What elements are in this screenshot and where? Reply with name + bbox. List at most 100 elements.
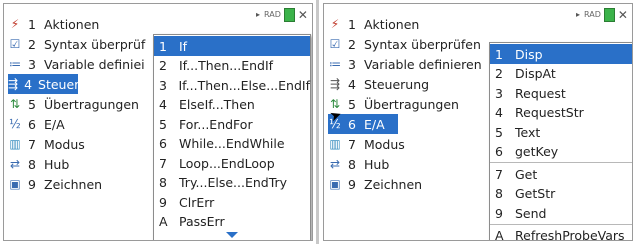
menu-item-label: Modus <box>44 136 85 152</box>
submenu-item-6[interactable]: 6 getKey <box>490 142 632 162</box>
submenu-item-4[interactable]: 4 ElseIf...Then <box>154 95 310 115</box>
submenu-item-key: 4 <box>159 97 167 112</box>
menu-item-7[interactable]: ▥ 7 Modus <box>328 134 404 154</box>
submenu-item-5[interactable]: 5 Text <box>490 122 632 142</box>
submenu-item-label: RefreshProbeVars <box>515 228 625 241</box>
lightning-icon: ⚡ <box>10 17 20 31</box>
menu-item-9[interactable]: ▣ 9 Zeichnen <box>328 174 422 194</box>
submenu-item-8[interactable]: 8 GetStr <box>490 184 632 204</box>
submenu-item-9[interactable]: 9 Send <box>490 203 632 223</box>
submenu-item-3[interactable]: 3 If...Then...Else...EndIf <box>154 75 310 95</box>
play-icon: ▸ <box>256 10 261 19</box>
menu-item-4[interactable]: ⇶ 4 Steuerung <box>8 74 103 94</box>
mode-icon: ▥ <box>329 137 341 151</box>
separator <box>490 223 632 225</box>
draw-icon: ▣ <box>9 177 21 191</box>
menu-item-number: 4 <box>348 76 356 92</box>
scroll-down-arrow-icon[interactable] <box>226 232 238 238</box>
submenu-item-2[interactable]: 2 DispAt <box>490 64 632 84</box>
menu-item-number: 4 <box>24 76 33 92</box>
close-icon[interactable]: ✕ <box>298 8 308 22</box>
menu-item-3[interactable]: ≔ 3 Variable definiei <box>8 54 145 74</box>
submenu-item-label: Disp <box>515 46 543 62</box>
submenu-item-label: For...EndFor <box>179 116 253 132</box>
submenu-item-1[interactable]: 1 If <box>154 36 310 56</box>
submenu-item-label: Loop...EndLoop <box>179 155 275 171</box>
io-icon: ½ <box>9 117 21 131</box>
menu-item-label: Steuerung <box>364 76 430 92</box>
menu-item-3[interactable]: ≔ 3 Variable definieren <box>328 54 482 74</box>
checkbox-icon: ☑ <box>9 37 21 51</box>
menu-item-number: 7 <box>348 136 356 152</box>
submenu-item-label: While...EndWhile <box>179 136 285 151</box>
menu-item-number: 3 <box>28 56 36 72</box>
menu-item-5[interactable]: ⇅ 5 Übertragungen <box>8 94 139 114</box>
submenu-item-3[interactable]: 3 Request <box>490 83 632 103</box>
submenu-item-label: Request <box>515 85 566 101</box>
menu-item-label: Übertragungen <box>364 96 459 112</box>
submenu-item-9[interactable]: 9 ClrErr <box>154 192 310 212</box>
menu-item-number: 6 <box>28 116 36 132</box>
submenu-item-key: 3 <box>159 77 167 93</box>
menu-item-number: 8 <box>28 156 36 172</box>
menu-item-number: 6 <box>348 116 356 132</box>
menu-item-4[interactable]: ⇶ 4 Steuerung <box>328 74 429 94</box>
battery-icon <box>283 7 295 22</box>
menu-item-label: Aktionen <box>364 16 420 32</box>
menu-item-label: Syntax überprüf <box>44 36 146 52</box>
submenu-item-key: 8 <box>159 175 167 190</box>
submenu-item-a[interactable]: A PassErr <box>154 212 310 232</box>
angle-mode-label: RAD <box>264 10 281 19</box>
menu-item-1[interactable]: ⚡ 1 Aktionen <box>328 14 420 34</box>
mode-icon: ▥ <box>9 137 21 151</box>
submenu-item-key: 5 <box>495 124 503 140</box>
submenu-item-a[interactable]: A RefreshProbeVars <box>490 226 632 241</box>
menu-item-number: 1 <box>28 16 36 32</box>
menu-item-9[interactable]: ▣ 9 Zeichnen <box>8 174 102 194</box>
submenu-item-key: 8 <box>495 186 503 201</box>
submenu-item-1[interactable]: 1 Disp <box>490 44 632 64</box>
menu-item-6[interactable]: ½ 6 E/A <box>8 114 65 134</box>
menu-item-label: Übertragungen <box>44 96 139 112</box>
submenu-item-8[interactable]: 8 Try...Else...EndTry <box>154 173 310 193</box>
menu-item-label: Zeichnen <box>44 176 103 192</box>
submenu-item-key: 7 <box>159 155 167 171</box>
submenu-item-label: ClrErr <box>179 194 215 210</box>
divider <box>316 0 319 244</box>
menu-item-7[interactable]: ▥ 7 Modus <box>8 134 85 154</box>
menu-item-2[interactable]: ☑ 2 Syntax überprüfen <box>328 34 481 54</box>
submenu-item-label: If <box>179 38 188 54</box>
submenu-item-label: PassErr <box>179 214 225 229</box>
submenu-item-key: A <box>159 214 168 229</box>
submenu-item-7[interactable]: 7 Loop...EndLoop <box>154 153 310 173</box>
transfer-icon: ⇅ <box>9 97 21 111</box>
draw-icon: ▣ <box>329 177 341 191</box>
menu-item-number: 1 <box>348 16 356 32</box>
menu-item-number: 2 <box>348 36 356 52</box>
menu-item-8[interactable]: ⇄ 8 Hub <box>8 154 69 174</box>
submenu-item-label: RequestStr <box>515 105 584 120</box>
menu-item-5[interactable]: ⇅ 5 Übertragungen <box>328 94 459 114</box>
submenu-item-6[interactable]: 6 While...EndWhile <box>154 134 310 154</box>
submenu-item-4[interactable]: 4 RequestStr <box>490 103 632 123</box>
menu-item-label: Variable definieren <box>364 56 482 72</box>
menu-item-1[interactable]: ⚡ 1 Aktionen <box>8 14 100 34</box>
submenu-item-key: 4 <box>495 105 503 120</box>
hub-icon: ⇄ <box>329 157 341 171</box>
close-icon[interactable]: ✕ <box>618 8 628 22</box>
variable-icon: ≔ <box>329 57 341 71</box>
submenu-item-7[interactable]: 7 Get <box>490 164 632 184</box>
control-icon: ⇶ <box>329 77 341 91</box>
battery-icon <box>603 7 615 22</box>
menu-item-label: Zeichnen <box>364 176 423 192</box>
status-bar: ▸ RAD ✕ <box>256 7 308 22</box>
menu-item-2[interactable]: ☑ 2 Syntax überprüf <box>8 34 146 54</box>
menu-item-8[interactable]: ⇄ 8 Hub <box>328 154 389 174</box>
menu-item-label: Hub <box>44 156 70 172</box>
submenu-item-5[interactable]: 5 For...EndFor <box>154 114 310 134</box>
submenu-item-2[interactable]: 2 If...Then...EndIf <box>154 56 310 76</box>
submenu-item-key: 3 <box>495 85 503 101</box>
submenu-item-key: 2 <box>495 66 503 81</box>
menu-item-number: 5 <box>348 96 356 112</box>
submenu-item-label: GetStr <box>515 186 556 201</box>
